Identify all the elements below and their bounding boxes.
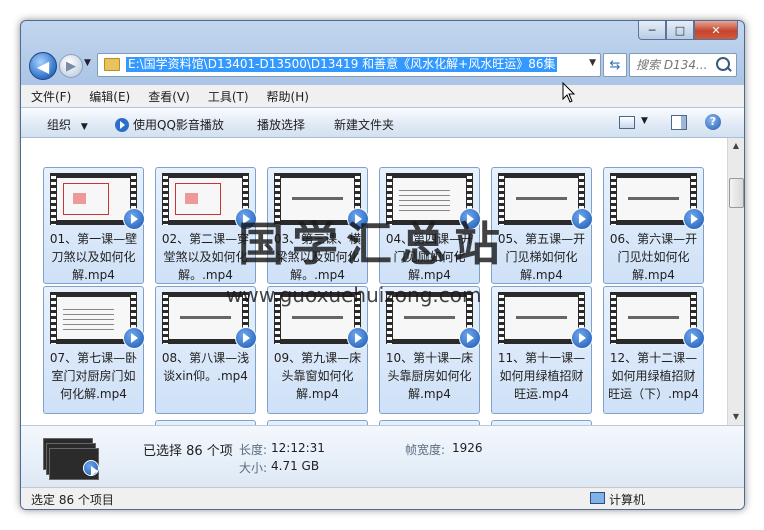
vertical-scrollbar[interactable]: ▲ ▼ <box>727 138 744 425</box>
file-name: 11、第十一课—如何用绿植招财旺运.mp4 <box>497 351 586 401</box>
address-path[interactable]: E:\国学资料馆\D13401-D13500\D13419 和善意《风水化解+风… <box>126 57 558 72</box>
length-label: 长度: <box>239 443 268 457</box>
size-label: 大小: <box>239 461 268 475</box>
watermark-title: 国学汇总站 <box>238 217 508 271</box>
recent-pages-dropdown[interactable]: ▼ <box>84 58 91 68</box>
back-button[interactable]: ◀ <box>29 52 57 80</box>
organize-button[interactable]: 组织 ▼ <box>47 116 88 133</box>
video-badge-icon <box>571 208 593 230</box>
play-with-qq-button[interactable]: 使用QQ影音播放 <box>115 116 224 133</box>
frame-width-value: 1926 <box>452 441 483 455</box>
refresh-icon: ⇆ <box>609 57 621 73</box>
menu-help[interactable]: 帮助(H) <box>267 88 309 105</box>
play-qq-label: 使用QQ影音播放 <box>133 118 224 132</box>
minimize-button[interactable]: ─ <box>638 21 666 40</box>
size-value: 4.71 GB <box>271 459 320 473</box>
file-name: 10、第十课—床头靠厨房如何化解.mp4 <box>385 351 474 401</box>
arrow-left-icon: ◀ <box>36 56 50 76</box>
file-name: 01、第一课—壁刀煞以及如何化解.mp4 <box>49 232 138 282</box>
video-badge-icon <box>83 460 99 476</box>
file-item[interactable]: 12、第十二课—如何用绿植招财旺运（下）.mp4 <box>603 286 705 414</box>
forward-button[interactable]: ▶ <box>59 54 83 78</box>
address-row: ◀ ▶ ▼ E:\国学资料馆\D13401-D13500\D13419 和善意《… <box>29 51 737 83</box>
file-list[interactable]: 01、第一课—壁刀煞以及如何化解.mp4 02、第二课—穿堂煞以及如何化解。.mp… <box>21 138 727 425</box>
command-bar: 组织 ▼ 使用QQ影音播放 播放选择 新建文件夹 ▼ ? <box>21 108 744 138</box>
arrow-right-icon: ▶ <box>66 58 76 74</box>
menu-view[interactable]: 查看(V) <box>148 88 190 105</box>
selected-count: 已选择 86 个项 <box>143 444 233 459</box>
chevron-down-icon: ▼ <box>80 122 88 132</box>
folder-icon <box>104 58 120 71</box>
scroll-up-icon[interactable]: ▲ <box>728 138 744 154</box>
help-icon[interactable]: ? <box>705 114 721 130</box>
file-name: 06、第六课—开门见灶如何化解.mp4 <box>609 232 698 282</box>
scroll-down-icon[interactable]: ▼ <box>728 409 744 425</box>
length-value: 12:12:31 <box>271 441 325 455</box>
file-item[interactable]: 06、第六课—开门见灶如何化解.mp4 <box>603 167 705 284</box>
file-item[interactable]: 07、第七课—卧室门对厨房门如何化解.mp4 <box>43 286 145 414</box>
watermark-url: www.guoxuehuizong.com <box>226 283 482 307</box>
video-badge-icon <box>683 327 705 349</box>
video-badge-icon <box>123 208 145 230</box>
status-selected: 选定 86 个项目 <box>31 493 114 507</box>
file-name: 09、第九课—床头靠窗如何化解.mp4 <box>273 351 362 401</box>
menu-file[interactable]: 文件(F) <box>31 88 71 105</box>
change-view-icon[interactable] <box>619 116 635 129</box>
status-location: 计算机 <box>609 493 646 507</box>
file-name: 07、第七课—卧室门对厨房门如何化解.mp4 <box>49 351 138 401</box>
search-input[interactable] <box>634 56 716 74</box>
address-bar[interactable]: E:\国学资料馆\D13401-D13500\D13419 和善意《风水化解+风… <box>97 53 601 77</box>
file-item[interactable]: 01、第一课—壁刀煞以及如何化解.mp4 <box>43 167 145 284</box>
details-pane: 已选择 86 个项 长度: 12:12:31 帧宽度: 1926 大小: 4.7… <box>21 425 744 488</box>
refresh-button[interactable]: ⇆ <box>603 53 627 77</box>
file-name: 05、第五课—开门见梯如何化解.mp4 <box>497 232 586 282</box>
video-badge-icon <box>123 327 145 349</box>
organize-label: 组织 <box>47 118 72 132</box>
close-button[interactable]: ✕ <box>694 21 738 40</box>
video-badge-icon <box>683 208 705 230</box>
search-icon[interactable] <box>716 57 730 71</box>
caption-buttons: ─ □ ✕ <box>638 21 738 40</box>
new-folder-button[interactable]: 新建文件夹 <box>334 116 394 133</box>
search-box[interactable] <box>629 53 737 77</box>
menu-edit[interactable]: 编辑(E) <box>89 88 130 105</box>
file-item[interactable]: 11、第十一课—如何用绿植招财旺运.mp4 <box>491 286 593 414</box>
view-options-dropdown[interactable]: ▼ <box>641 116 648 126</box>
address-dropdown-icon[interactable]: ▼ <box>589 58 596 68</box>
computer-icon <box>590 492 605 504</box>
menu-tools[interactable]: 工具(T) <box>208 88 249 105</box>
selection-thumbnail-stack <box>43 436 99 480</box>
frame-width-label: 帧宽度: <box>405 443 446 457</box>
qq-player-icon <box>115 118 129 132</box>
menu-bar: 文件(F) 编辑(E) 查看(V) 工具(T) 帮助(H) <box>21 85 744 107</box>
file-name: 12、第十二课—如何用绿植招财旺运（下）.mp4 <box>608 351 699 401</box>
status-bar: 选定 86 个项目 计算机 <box>21 487 744 509</box>
preview-pane-icon[interactable] <box>671 115 687 130</box>
scroll-thumb[interactable] <box>729 178 744 208</box>
video-badge-icon <box>235 327 257 349</box>
file-name: 08、第八课—浅谈xin仰。.mp4 <box>161 351 250 383</box>
play-selection-button[interactable]: 播放选择 <box>257 116 305 133</box>
video-badge-icon <box>571 327 593 349</box>
maximize-button[interactable]: □ <box>666 21 694 40</box>
video-badge-icon <box>347 327 369 349</box>
video-badge-icon <box>459 327 481 349</box>
